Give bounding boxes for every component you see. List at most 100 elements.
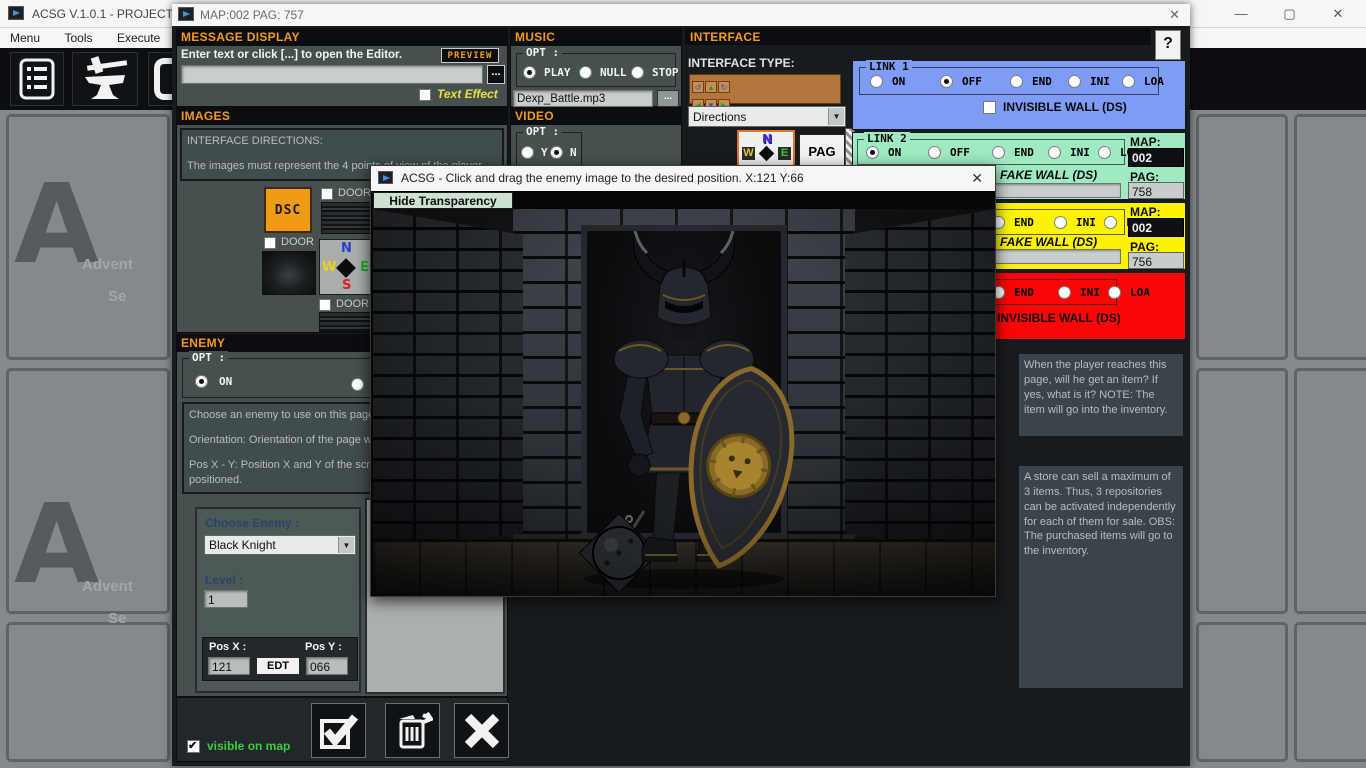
store-note-text: A store can sell a maximum of 3 items. T… xyxy=(1024,470,1178,559)
cancel-button[interactable] xyxy=(454,703,509,758)
interface-header: INTERFACE xyxy=(685,28,1151,45)
enemy-off-radio[interactable] xyxy=(351,378,364,391)
item-note-box: When the player reaches this page, will … xyxy=(1017,352,1185,438)
link4-loa-label: LOA xyxy=(1130,286,1150,299)
link4-ini-radio[interactable] xyxy=(1058,286,1071,299)
video-opt-group: OPT : Y N xyxy=(516,132,582,168)
link2-end-radio[interactable] xyxy=(992,146,1005,159)
message-browse-button[interactable]: ... xyxy=(487,65,505,84)
preview-button[interactable]: PREVIEW xyxy=(441,48,499,63)
menu-item-menu[interactable]: Menu xyxy=(0,28,50,45)
music-play-radio[interactable] xyxy=(523,66,536,79)
close-icon[interactable]: ✕ xyxy=(1316,2,1360,22)
dungeon-scene[interactable] xyxy=(373,209,995,596)
dsc-label: DSC xyxy=(275,203,301,218)
confirm-button[interactable] xyxy=(311,703,366,758)
link3-map-field: 002 xyxy=(1128,218,1184,237)
enemy-select[interactable]: Black Knight ▼ xyxy=(204,535,356,555)
images-info-title: INTERFACE DIRECTIONS: xyxy=(187,134,497,149)
menu-item-tools[interactable]: Tools xyxy=(54,28,102,45)
screen: ACSG V.1.0.1 - PROJECT:Test — ▢ ✕ Menu T… xyxy=(0,0,1366,768)
compass-diamond xyxy=(759,146,775,162)
rotate-cw-icon: ↻ xyxy=(718,81,730,93)
link2-wall-label: FAKE WALL (DS) xyxy=(1000,168,1097,182)
bg-grid-cell xyxy=(1196,114,1288,360)
link2-on-label: ON xyxy=(888,146,901,159)
list-tool-button[interactable] xyxy=(10,52,64,106)
watermark-text: Se xyxy=(108,288,126,305)
link2-ini-label: INI xyxy=(1070,146,1090,159)
link1-wall-checkbox[interactable] xyxy=(983,101,996,114)
check-icon xyxy=(319,711,359,751)
link3-pag-field: 756 xyxy=(1128,252,1184,269)
link2-off-radio[interactable] xyxy=(928,146,941,159)
door-checkbox-west[interactable] xyxy=(264,237,276,249)
link2-on-radio[interactable] xyxy=(866,146,879,159)
hide-transparency-button[interactable]: Hide Transparency xyxy=(373,192,513,209)
menu-item-execute[interactable]: Execute xyxy=(107,28,170,45)
text-effect-checkbox[interactable] xyxy=(419,89,431,101)
pos-x-input[interactable]: 121 xyxy=(208,657,250,675)
enemy-on-radio[interactable] xyxy=(195,375,208,388)
pos-y-label: Pos Y : xyxy=(305,641,342,653)
door-checkbox-north[interactable] xyxy=(321,188,333,200)
edt-button[interactable]: EDT xyxy=(256,657,300,675)
link1-end-radio[interactable] xyxy=(1010,75,1023,88)
music-stop-radio[interactable] xyxy=(631,66,644,79)
door-image-north[interactable] xyxy=(321,202,375,234)
door-checkbox-south[interactable] xyxy=(319,299,331,311)
close-icon[interactable]: ✕ xyxy=(971,170,983,187)
music-file-input[interactable]: Dexp_Battle.mp3 xyxy=(513,90,653,107)
message-text-input[interactable] xyxy=(181,65,483,84)
dsc-tile[interactable]: DSC xyxy=(264,187,312,233)
link2-loa-radio[interactable] xyxy=(1098,146,1111,159)
link2-ini-radio[interactable] xyxy=(1048,146,1061,159)
link2-map-label: MAP: xyxy=(1130,135,1161,149)
app-icon xyxy=(378,171,393,184)
music-browse-button[interactable]: ... xyxy=(657,90,679,107)
music-section: OPT : PLAY NULL STOP Dexp_Battle.mp3 ... xyxy=(510,45,682,107)
video-y-radio[interactable] xyxy=(521,146,534,159)
link1-loa-radio[interactable] xyxy=(1122,75,1135,88)
music-stop-label: STOP xyxy=(652,66,679,79)
position-panel: Pos X : Pos Y : 121 EDT 066 xyxy=(202,637,358,681)
compass-w: W xyxy=(742,147,755,160)
dialog-titlebar: ACSG - Click and drag the enemy image to… xyxy=(371,166,995,191)
choose-enemy-label: Choose Enemy : xyxy=(205,516,299,530)
music-header: MUSIC xyxy=(510,28,682,45)
rotate-ccw-icon: ↺ xyxy=(692,81,704,93)
chevron-down-icon[interactable]: ▼ xyxy=(828,108,844,125)
link1-ini-radio[interactable] xyxy=(1068,75,1081,88)
link3-ini-radio[interactable] xyxy=(1054,216,1067,229)
link1-off-radio[interactable] xyxy=(940,75,953,88)
link4-loa-radio[interactable] xyxy=(1108,286,1121,299)
watermark-text: Advent xyxy=(82,256,133,273)
link2-pag-field: 758 xyxy=(1128,182,1184,199)
bg-grid-cell xyxy=(1196,622,1288,762)
compass-n: N xyxy=(762,132,772,146)
visible-on-map-checkbox[interactable] xyxy=(187,740,200,753)
link3-loa-radio[interactable] xyxy=(1104,216,1117,229)
forge-tool-button[interactable] xyxy=(72,52,138,106)
minimize-icon[interactable]: — xyxy=(1219,2,1263,21)
arrow-up-icon: ▲ xyxy=(705,81,717,93)
black-knight-image[interactable] xyxy=(549,219,819,591)
compass-e: E xyxy=(778,147,791,160)
pos-y-input[interactable]: 066 xyxy=(306,657,348,675)
compass-s: S xyxy=(342,278,351,293)
video-n-radio[interactable] xyxy=(550,146,563,159)
level-input[interactable]: 1 xyxy=(204,590,248,608)
item-note-text: When the player reaches this page, will … xyxy=(1024,358,1178,417)
message-display-header: MESSAGE DISPLAY xyxy=(176,28,508,45)
help-button[interactable]: ? xyxy=(1155,30,1181,60)
interface-type-select[interactable]: Directions ▼ xyxy=(688,106,846,127)
chevron-down-icon[interactable]: ▼ xyxy=(338,537,354,553)
link1-on-radio[interactable] xyxy=(870,75,883,88)
close-icon[interactable]: ✕ xyxy=(1169,7,1180,23)
maximize-icon[interactable]: ▢ xyxy=(1268,2,1312,22)
delete-button[interactable] xyxy=(385,703,440,758)
door-image-west[interactable] xyxy=(262,251,316,295)
music-null-radio[interactable] xyxy=(579,66,592,79)
door-image-south[interactable] xyxy=(319,312,373,332)
bg-grid-cell xyxy=(1294,114,1366,360)
